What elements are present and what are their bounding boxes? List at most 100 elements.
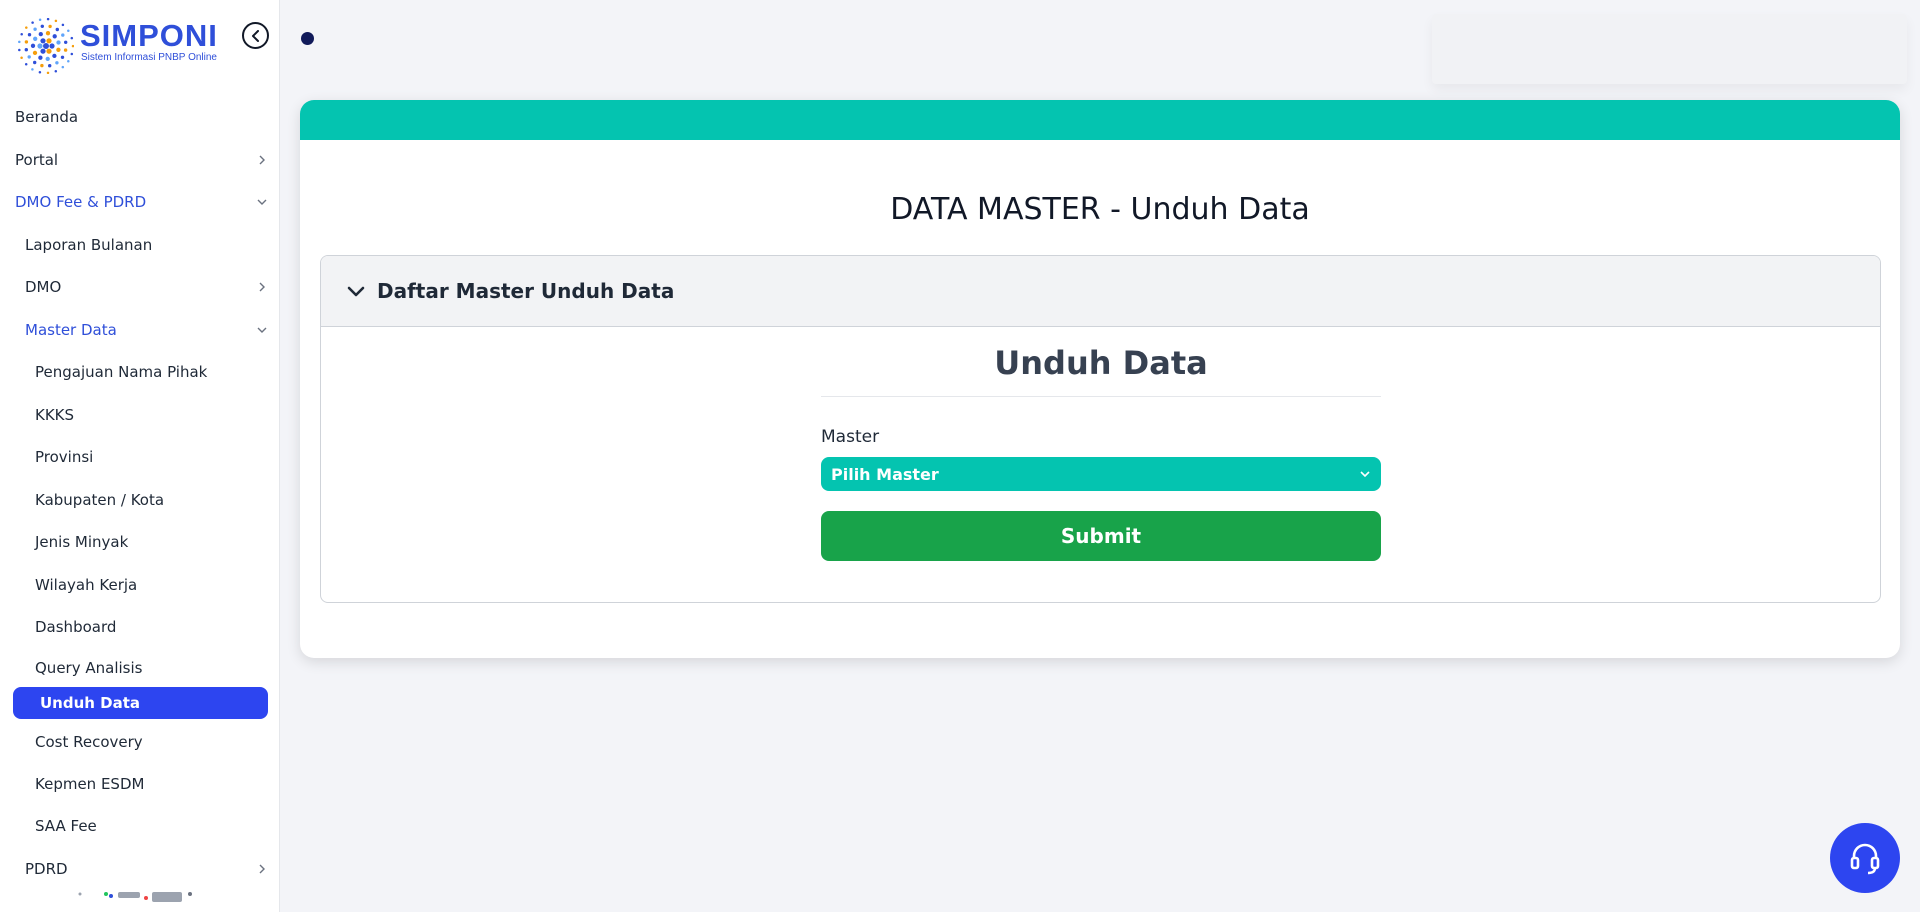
logo-dot <box>64 40 68 44</box>
logo-dot <box>54 19 58 23</box>
logo-dot <box>32 50 38 56</box>
logo-dot <box>49 43 55 49</box>
sidebar-item-unduh-data[interactable]: Unduh Data <box>13 686 268 719</box>
sidebar-item-label: Master Data <box>25 320 117 339</box>
form-title: Unduh Data <box>821 344 1381 397</box>
header-user-panel[interactable] <box>1432 14 1907 84</box>
sidebar-item-pdrd[interactable]: PDRD <box>0 848 279 891</box>
sidebar-item-dashboard[interactable]: Dashboard <box>0 606 279 649</box>
logo-dot <box>30 43 36 48</box>
logo-dot <box>38 71 42 74</box>
logo-dot <box>31 68 34 71</box>
logo-dot <box>24 40 29 44</box>
logo-dot <box>40 24 44 28</box>
headset-icon <box>1850 843 1880 875</box>
sidebar-item-label: Beranda <box>15 108 79 127</box>
sidebar-item-beranda[interactable]: Beranda <box>0 96 279 139</box>
sidebar-item-label: PDRD <box>25 859 68 878</box>
submit-button[interactable]: Submit <box>821 511 1381 561</box>
sidebar-item-wilayah-kerja[interactable]: Wilayah Kerja <box>0 564 279 607</box>
logo-subtitle: Sistem Informasi PNBP Online <box>81 52 217 63</box>
card-header-bar <box>300 100 1900 140</box>
sidebar-item-label: Jenis Minyak <box>35 533 129 552</box>
logo-dot <box>61 65 65 69</box>
logo-dot <box>40 48 46 54</box>
sidebar-item-label: Dashboard <box>35 618 117 637</box>
logo-dot <box>46 48 52 54</box>
logo-dot <box>46 18 50 21</box>
chevron-down-icon <box>347 286 365 297</box>
page-title: DATA MASTER - Unduh Data <box>890 192 1310 227</box>
sidebar-item-kepmen-esdm[interactable]: Kepmen ESDM <box>0 763 279 806</box>
logo-dot <box>63 48 68 52</box>
logo-dot <box>38 18 42 21</box>
sidebar-item-label: Query Analisis <box>35 658 143 677</box>
logo-dot <box>27 33 32 37</box>
logo-dot <box>60 55 65 59</box>
logo-dot <box>18 40 21 44</box>
sidebar-item-laporan-bulanan[interactable]: Laporan Bulanan <box>0 224 279 267</box>
logo-dot <box>20 32 23 36</box>
chevron-left-icon <box>251 29 259 42</box>
sidebar-item-label: Unduh Data <box>40 693 141 712</box>
sidebar-item-label: Laporan Bulanan <box>25 235 153 254</box>
logo-dot <box>48 24 52 29</box>
sidebar-item-kabupaten-kota[interactable]: Kabupaten / Kota <box>0 479 279 522</box>
logo[interactable]: SIMPONI Sistem Informasi PNBP Online <box>18 16 278 76</box>
logo-dot <box>38 55 43 60</box>
decorative-footer-image <box>78 892 192 902</box>
logo-dot <box>61 23 65 27</box>
master-select[interactable]: Pilih Master <box>821 457 1381 491</box>
sidebar-item-dmo-fee-pdrd[interactable]: DMO Fee & PDRD <box>0 181 279 224</box>
logo-dot <box>46 38 52 44</box>
sidebar-item-query-analisis[interactable]: Query Analisis <box>0 649 279 687</box>
logo-dot <box>37 43 43 49</box>
chevron-down-icon <box>257 199 267 206</box>
logo-dot <box>24 63 28 66</box>
sidebar-item-cost-recovery[interactable]: Cost Recovery <box>0 721 279 763</box>
logo-dot <box>25 26 28 29</box>
status-dot <box>301 32 314 45</box>
sidebar-item-label: DMO Fee & PDRD <box>15 193 147 212</box>
logo-dot <box>54 69 58 73</box>
sidebar-item-kkks[interactable]: KKKS <box>0 394 279 437</box>
logo-dot <box>55 61 59 65</box>
logo-dot <box>70 52 74 56</box>
logo-dot <box>20 56 23 59</box>
sidebar: SIMPONI Sistem Informasi PNBP Online Ber… <box>0 0 280 912</box>
sidebar-item-master-data[interactable]: Master Data <box>0 309 279 352</box>
sidebar-item-provinsi[interactable]: Provinsi <box>0 436 279 479</box>
logo-dot <box>55 27 59 32</box>
sidebar-collapse-button[interactable] <box>242 22 269 49</box>
chevron-down-icon <box>257 327 267 333</box>
logo-dot <box>40 38 46 44</box>
sidebar-item-label: Portal <box>15 150 59 169</box>
sidebar-item-dmo[interactable]: DMO <box>0 266 279 309</box>
sidebar-item-label: KKKS <box>35 405 75 424</box>
logo-dot <box>33 27 37 31</box>
sidebar-item-portal[interactable]: Portal <box>0 139 279 182</box>
logo-dot <box>38 31 43 37</box>
logo-dot <box>56 40 61 45</box>
simponi-logo-icon <box>18 18 74 74</box>
logo-dot <box>52 53 57 59</box>
accordion-header[interactable]: Daftar Master Unduh Data <box>321 256 1880 327</box>
logo-dot <box>56 47 61 52</box>
sidebar-item-label: Wilayah Kerja <box>35 575 138 594</box>
sidebar-item-label: Pengajuan Nama Pihak <box>35 363 208 382</box>
logo-dot <box>33 36 38 41</box>
logo-dot <box>70 36 74 40</box>
sidebar-item-label: DMO <box>25 278 62 297</box>
logo-dot <box>18 48 21 52</box>
chevron-down-icon <box>1360 471 1370 478</box>
help-button[interactable] <box>1830 823 1900 893</box>
sidebar-item-jenis-minyak[interactable]: Jenis Minyak <box>0 521 279 564</box>
accordion-title: Daftar Master Unduh Data <box>377 279 675 303</box>
logo-dot <box>46 71 50 74</box>
sidebar-item-pengajuan-nama-pihak[interactable]: Pengajuan Nama Pihak <box>0 351 279 394</box>
chevron-right-icon <box>259 155 265 165</box>
sidebar-item-saa-fee[interactable]: SAA Fee <box>0 805 279 848</box>
logo-dot <box>71 44 74 48</box>
logo-dot <box>43 43 49 49</box>
unduh-data-form: Unduh Data Master Pilih Master Submit <box>821 344 1381 561</box>
